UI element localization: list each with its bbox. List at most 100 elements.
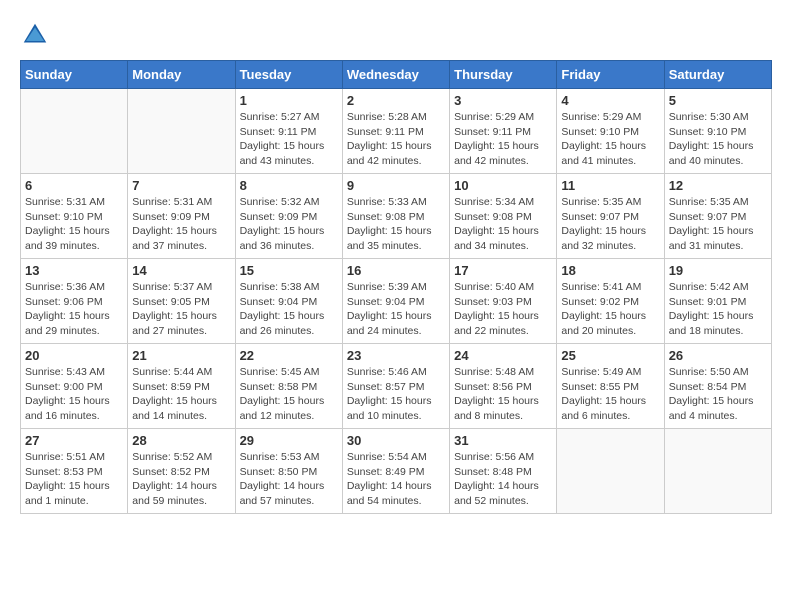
calendar-cell: 19 Sunrise: 5:42 AM Sunset: 9:01 PM Dayli… — [664, 259, 771, 344]
day-number: 3 — [454, 93, 552, 108]
day-number: 20 — [25, 348, 123, 363]
week-row-5: 27 Sunrise: 5:51 AM Sunset: 8:53 PM Dayli… — [21, 429, 772, 514]
day-number: 9 — [347, 178, 445, 193]
day-number: 17 — [454, 263, 552, 278]
calendar-cell: 6 Sunrise: 5:31 AM Sunset: 9:10 PM Daylig… — [21, 174, 128, 259]
logo-icon — [20, 20, 50, 50]
calendar-cell: 17 Sunrise: 5:40 AM Sunset: 9:03 PM Dayli… — [450, 259, 557, 344]
calendar-cell: 16 Sunrise: 5:39 AM Sunset: 9:04 PM Dayli… — [342, 259, 449, 344]
day-info: Sunrise: 5:29 AM Sunset: 9:11 PM Dayligh… — [454, 110, 552, 169]
calendar-header-monday: Monday — [128, 61, 235, 89]
day-number: 16 — [347, 263, 445, 278]
day-info: Sunrise: 5:35 AM Sunset: 9:07 PM Dayligh… — [561, 195, 659, 254]
day-number: 13 — [25, 263, 123, 278]
calendar-cell: 12 Sunrise: 5:35 AM Sunset: 9:07 PM Dayli… — [664, 174, 771, 259]
day-info: Sunrise: 5:31 AM Sunset: 9:10 PM Dayligh… — [25, 195, 123, 254]
day-number: 25 — [561, 348, 659, 363]
day-number: 23 — [347, 348, 445, 363]
day-number: 24 — [454, 348, 552, 363]
day-info: Sunrise: 5:32 AM Sunset: 9:09 PM Dayligh… — [240, 195, 338, 254]
day-info: Sunrise: 5:34 AM Sunset: 9:08 PM Dayligh… — [454, 195, 552, 254]
day-info: Sunrise: 5:45 AM Sunset: 8:58 PM Dayligh… — [240, 365, 338, 424]
calendar-cell: 28 Sunrise: 5:52 AM Sunset: 8:52 PM Dayli… — [128, 429, 235, 514]
day-info: Sunrise: 5:51 AM Sunset: 8:53 PM Dayligh… — [25, 450, 123, 509]
calendar-cell — [557, 429, 664, 514]
day-info: Sunrise: 5:54 AM Sunset: 8:49 PM Dayligh… — [347, 450, 445, 509]
calendar-header-tuesday: Tuesday — [235, 61, 342, 89]
week-row-1: 1 Sunrise: 5:27 AM Sunset: 9:11 PM Daylig… — [21, 89, 772, 174]
week-row-4: 20Sunrise: 5:43 AM Sunset: 9:00 PM Dayli… — [21, 344, 772, 429]
day-info: Sunrise: 5:53 AM Sunset: 8:50 PM Dayligh… — [240, 450, 338, 509]
day-number: 19 — [669, 263, 767, 278]
calendar-cell: 9 Sunrise: 5:33 AM Sunset: 9:08 PM Daylig… — [342, 174, 449, 259]
day-number: 14 — [132, 263, 230, 278]
calendar-cell: 22Sunrise: 5:45 AM Sunset: 8:58 PM Dayli… — [235, 344, 342, 429]
calendar-cell: 10 Sunrise: 5:34 AM Sunset: 9:08 PM Dayli… — [450, 174, 557, 259]
day-number: 1 — [240, 93, 338, 108]
calendar-cell: 21 Sunrise: 5:44 AM Sunset: 8:59 PM Dayli… — [128, 344, 235, 429]
calendar-header-friday: Friday — [557, 61, 664, 89]
day-number: 21 — [132, 348, 230, 363]
day-info: Sunrise: 5:40 AM Sunset: 9:03 PM Dayligh… — [454, 280, 552, 339]
day-info: Sunrise: 5:49 AM Sunset: 8:55 PM Dayligh… — [561, 365, 659, 424]
calendar-cell: 11 Sunrise: 5:35 AM Sunset: 9:07 PM Dayli… — [557, 174, 664, 259]
day-info: Sunrise: 5:36 AM Sunset: 9:06 PM Dayligh… — [25, 280, 123, 339]
day-info: Sunrise: 5:39 AM Sunset: 9:04 PM Dayligh… — [347, 280, 445, 339]
day-info: Sunrise: 5:52 AM Sunset: 8:52 PM Dayligh… — [132, 450, 230, 509]
day-number: 18 — [561, 263, 659, 278]
day-number: 27 — [25, 433, 123, 448]
calendar-header-thursday: Thursday — [450, 61, 557, 89]
calendar-cell: 24 Sunrise: 5:48 AM Sunset: 8:56 PM Dayli… — [450, 344, 557, 429]
week-row-2: 6 Sunrise: 5:31 AM Sunset: 9:10 PM Daylig… — [21, 174, 772, 259]
calendar-cell — [664, 429, 771, 514]
day-number: 31 — [454, 433, 552, 448]
calendar-cell: 29 Sunrise: 5:53 AM Sunset: 8:50 PM Dayli… — [235, 429, 342, 514]
day-info: Sunrise: 5:41 AM Sunset: 9:02 PM Dayligh… — [561, 280, 659, 339]
calendar-cell: 26 Sunrise: 5:50 AM Sunset: 8:54 PM Dayli… — [664, 344, 771, 429]
day-info: Sunrise: 5:35 AM Sunset: 9:07 PM Dayligh… — [669, 195, 767, 254]
calendar-cell: 5Sunrise: 5:30 AM Sunset: 9:10 PM Daylig… — [664, 89, 771, 174]
day-info: Sunrise: 5:28 AM Sunset: 9:11 PM Dayligh… — [347, 110, 445, 169]
day-number: 30 — [347, 433, 445, 448]
calendar-cell: 25 Sunrise: 5:49 AM Sunset: 8:55 PM Dayli… — [557, 344, 664, 429]
day-info: Sunrise: 5:37 AM Sunset: 9:05 PM Dayligh… — [132, 280, 230, 339]
day-number: 8 — [240, 178, 338, 193]
day-info: Sunrise: 5:33 AM Sunset: 9:08 PM Dayligh… — [347, 195, 445, 254]
day-number: 29 — [240, 433, 338, 448]
day-info: Sunrise: 5:27 AM Sunset: 9:11 PM Dayligh… — [240, 110, 338, 169]
week-row-3: 13 Sunrise: 5:36 AM Sunset: 9:06 PM Dayli… — [21, 259, 772, 344]
calendar-cell: 2 Sunrise: 5:28 AM Sunset: 9:11 PM Daylig… — [342, 89, 449, 174]
day-info: Sunrise: 5:56 AM Sunset: 8:48 PM Dayligh… — [454, 450, 552, 509]
calendar-cell: 23 Sunrise: 5:46 AM Sunset: 8:57 PM Dayli… — [342, 344, 449, 429]
calendar-cell — [128, 89, 235, 174]
day-info: Sunrise: 5:44 AM Sunset: 8:59 PM Dayligh… — [132, 365, 230, 424]
calendar-cell: 8 Sunrise: 5:32 AM Sunset: 9:09 PM Daylig… — [235, 174, 342, 259]
day-info: Sunrise: 5:46 AM Sunset: 8:57 PM Dayligh… — [347, 365, 445, 424]
day-number: 10 — [454, 178, 552, 193]
calendar-cell: 30 Sunrise: 5:54 AM Sunset: 8:49 PM Dayli… — [342, 429, 449, 514]
day-info: Sunrise: 5:50 AM Sunset: 8:54 PM Dayligh… — [669, 365, 767, 424]
day-number: 12 — [669, 178, 767, 193]
calendar-header-sunday: Sunday — [21, 61, 128, 89]
day-info: Sunrise: 5:48 AM Sunset: 8:56 PM Dayligh… — [454, 365, 552, 424]
calendar-cell: 20Sunrise: 5:43 AM Sunset: 9:00 PM Dayli… — [21, 344, 128, 429]
calendar-cell: 13 Sunrise: 5:36 AM Sunset: 9:06 PM Dayli… — [21, 259, 128, 344]
day-info: Sunrise: 5:29 AM Sunset: 9:10 PM Dayligh… — [561, 110, 659, 169]
calendar-cell: 15Sunrise: 5:38 AM Sunset: 9:04 PM Dayli… — [235, 259, 342, 344]
day-number: 7 — [132, 178, 230, 193]
day-number: 2 — [347, 93, 445, 108]
calendar-cell — [21, 89, 128, 174]
calendar-cell: 7Sunrise: 5:31 AM Sunset: 9:09 PM Daylig… — [128, 174, 235, 259]
day-number: 11 — [561, 178, 659, 193]
day-info: Sunrise: 5:42 AM Sunset: 9:01 PM Dayligh… — [669, 280, 767, 339]
calendar-cell: 3 Sunrise: 5:29 AM Sunset: 9:11 PM Daylig… — [450, 89, 557, 174]
day-number: 6 — [25, 178, 123, 193]
calendar-cell: 4Sunrise: 5:29 AM Sunset: 9:10 PM Daylig… — [557, 89, 664, 174]
day-number: 26 — [669, 348, 767, 363]
calendar-cell: 27 Sunrise: 5:51 AM Sunset: 8:53 PM Dayli… — [21, 429, 128, 514]
calendar-cell: 18 Sunrise: 5:41 AM Sunset: 9:02 PM Dayli… — [557, 259, 664, 344]
calendar: SundayMondayTuesdayWednesdayThursdayFrid… — [20, 60, 772, 514]
calendar-header-wednesday: Wednesday — [342, 61, 449, 89]
day-number: 15 — [240, 263, 338, 278]
day-number: 28 — [132, 433, 230, 448]
